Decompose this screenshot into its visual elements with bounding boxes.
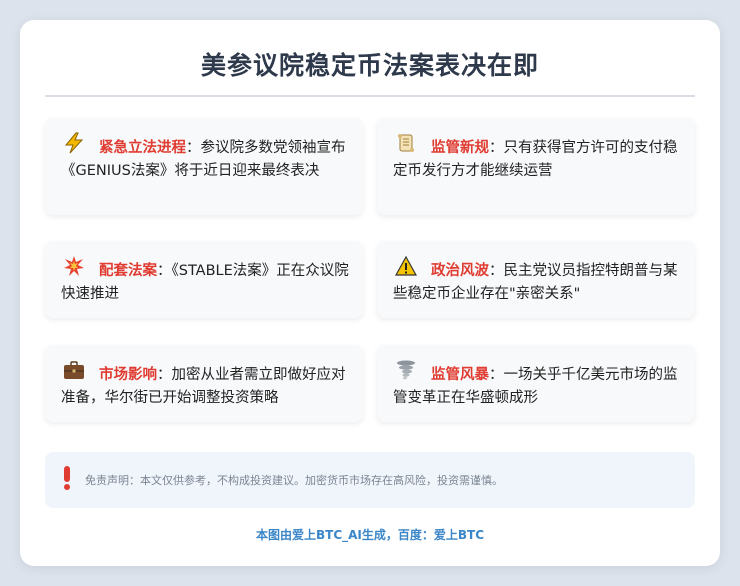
disclaimer-box: 免责声明：本文仅供参考，不构成投资建议。加密货币市场存在高风险，投资需谨慎。	[45, 452, 695, 508]
collision-icon	[61, 255, 87, 283]
item-card-regulatory-storm: 监管风暴：一场关乎千亿美元市场的监管变革正在华盛顿成形	[377, 345, 695, 422]
disclaimer-text: 免责声明：本文仅供参考，不构成投资建议。加密货币市场存在高风险，投资需谨慎。	[85, 474, 503, 487]
item-card-regulation-rules: 监管新规：只有获得官方许可的支付稳定币发行方才能继续运营	[377, 118, 695, 215]
item-card-political-storm: 政治风波：民主党议员指控特朗普与某些稳定币企业存在"亲密关系"	[377, 241, 695, 318]
item-heading: 市场影响	[99, 367, 157, 383]
briefcase-icon	[61, 359, 87, 387]
item-card-companion-bill: 配套法案：《STABLE法案》正在众议院快速推进	[45, 241, 363, 318]
item-card-urgent-legislation: 紧急立法进程：参议院多数党领袖宣布《GENIUS法案》将于近日迎来最终表决	[45, 118, 363, 215]
item-heading: 紧急立法进程	[99, 140, 186, 156]
item-heading: 监管风暴	[431, 367, 489, 383]
title-divider	[45, 95, 695, 97]
item-heading: 政治风波	[431, 263, 489, 279]
scroll-icon	[393, 132, 419, 160]
item-heading: 配套法案	[99, 263, 157, 279]
exclamation-icon	[61, 465, 73, 495]
warning-icon	[393, 255, 419, 283]
item-heading: 监管新规	[431, 140, 489, 156]
credit-text: 本图由爱上BTC_AI生成，百度：爱上BTC	[255, 528, 485, 542]
lightning-icon	[61, 132, 87, 160]
tornado-icon	[393, 359, 419, 387]
page-title: 美参议院稳定币法案表决在即	[200, 51, 539, 80]
item-card-market-impact: 市场影响：加密从业者需立即做好应对准备，华尔街已开始调整投资策略	[45, 345, 363, 422]
